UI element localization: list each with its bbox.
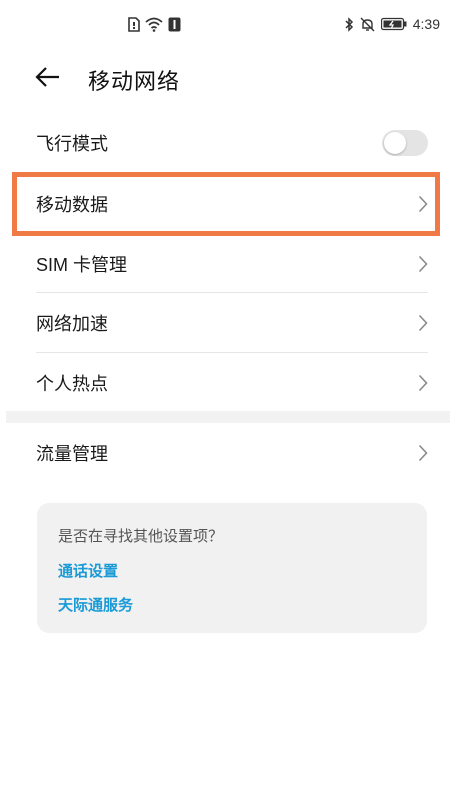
mobile-data-label: 移动数据 — [36, 195, 108, 215]
suggestion-title: 是否在寻找其他设置项？ — [58, 527, 224, 545]
section-separator — [6, 411, 450, 423]
airplane-mode-label: 飞行模式 — [36, 134, 108, 154]
airplane-mode-toggle[interactable] — [382, 130, 428, 156]
chevron-right-icon — [418, 255, 428, 273]
status-time: 4:39 — [412, 16, 440, 32]
airplane-mode-row[interactable]: 飞行模式 — [36, 113, 428, 173]
status-left — [128, 15, 181, 33]
chevron-right-icon — [418, 314, 428, 332]
status-right: 4:39 — [344, 15, 440, 33]
suggestion-card: 是否在寻找其他设置项？ 通话设置 天际通服务 — [37, 503, 427, 633]
skytone-service-link[interactable]: 天际通服务 — [58, 594, 133, 615]
network-acceleration-row[interactable]: 网络加速 — [36, 293, 428, 353]
mobile-data-row[interactable]: 移动数据 — [36, 174, 428, 234]
sim-management-label: SIM 卡管理 — [36, 255, 128, 275]
chevron-right-icon — [418, 374, 428, 392]
network-acceleration-label: 网络加速 — [36, 314, 108, 334]
personal-hotspot-label: 个人热点 — [36, 374, 108, 394]
sim-icon — [128, 16, 140, 32]
mute-icon — [360, 17, 375, 32]
chevron-right-icon — [418, 195, 428, 213]
personal-hotspot-row[interactable]: 个人热点 — [36, 353, 428, 413]
page-title: 移动网络 — [88, 70, 181, 95]
wifi-icon — [145, 17, 163, 32]
sim-management-row[interactable]: SIM 卡管理 — [36, 234, 428, 294]
toggle-knob — [384, 132, 406, 154]
app-header: 移动网络 — [0, 56, 450, 102]
bluetooth-icon — [344, 16, 354, 32]
battery-icon — [380, 17, 407, 31]
chevron-right-icon — [418, 444, 428, 462]
nfc-icon — [168, 17, 181, 32]
back-button[interactable] — [28, 62, 68, 96]
call-settings-link[interactable]: 通话设置 — [58, 560, 118, 581]
traffic-management-row[interactable]: 流量管理 — [36, 423, 428, 483]
arrow-left-icon — [35, 66, 61, 92]
traffic-management-label: 流量管理 — [36, 444, 108, 464]
status-bar: 4:39 — [0, 0, 450, 48]
